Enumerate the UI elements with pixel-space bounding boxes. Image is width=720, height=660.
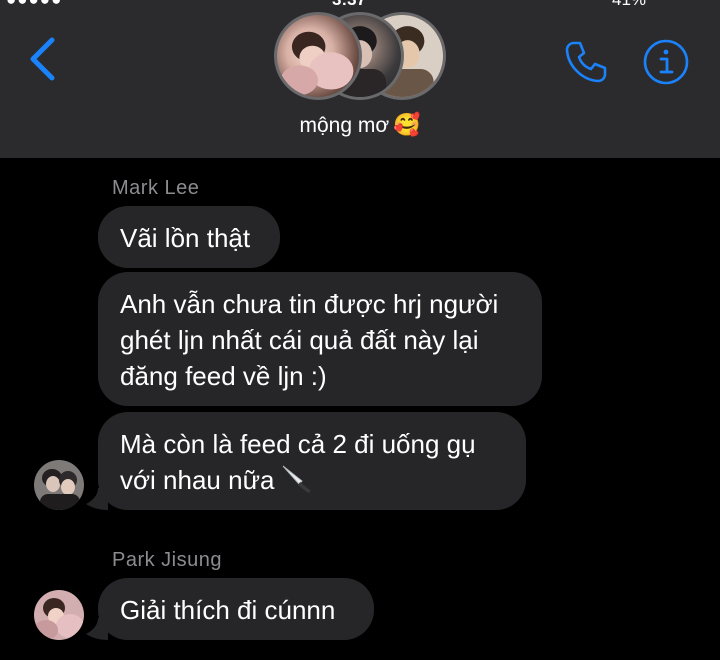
sender-name: Park Jisung [112,549,222,571]
message-text: đăng feed về ljn :) [120,361,327,391]
battery-percentage: 41% [612,0,646,10]
conversation-title[interactable]: mộng mơ 🥰 [0,112,720,138]
bubble-tail [86,488,108,510]
group-avatars[interactable] [274,12,446,102]
knife-icon [283,465,312,493]
message-text: với nhau nữa [120,465,275,495]
info-button[interactable] [642,38,690,86]
phone-icon [565,41,607,83]
info-icon [643,39,689,85]
group-name-text: mộng mơ [299,114,390,137]
message-bubble[interactable]: Mà còn là feed cả 2 đi uống gụ với nhau … [98,412,526,510]
bubble-tail [86,618,108,640]
avatar-member-1 [274,12,362,100]
back-button[interactable] [26,36,60,82]
status-time: 3:37 [332,0,366,10]
message-text: Mà còn là feed cả 2 đi uống gụ [120,429,476,459]
avatar[interactable] [34,590,84,640]
status-bar: ●●●●● 3:37 41% [0,0,720,10]
message-text: Vãi lồn thật [120,223,251,253]
signal-strength: ●●●●● [6,0,62,10]
avatar[interactable] [34,460,84,510]
chevron-left-icon [30,37,55,81]
smiling-face-with-hearts-icon: 🥰 [393,112,421,137]
message-bubble[interactable]: Vãi lồn thật [98,206,280,268]
message-bubble[interactable]: Anh vẫn chưa tin được hrj người ghét ljn… [98,272,542,406]
call-button[interactable] [562,38,610,86]
conversation-header: ●●●●● 3:37 41% [0,0,720,158]
message-bubble[interactable]: Giải thích đi cúnnn [98,578,374,640]
message-text: Anh vẫn chưa tin được hrj người [120,289,499,319]
message-text: Giải thích đi cúnnn [120,595,336,625]
message-thread[interactable]: Mark Lee Vãi lồn thật Anh vẫn chưa tin đ… [0,158,720,660]
sender-name: Mark Lee [112,177,200,199]
message-text: ghét ljn nhất cái quả đất này lại [120,325,479,355]
